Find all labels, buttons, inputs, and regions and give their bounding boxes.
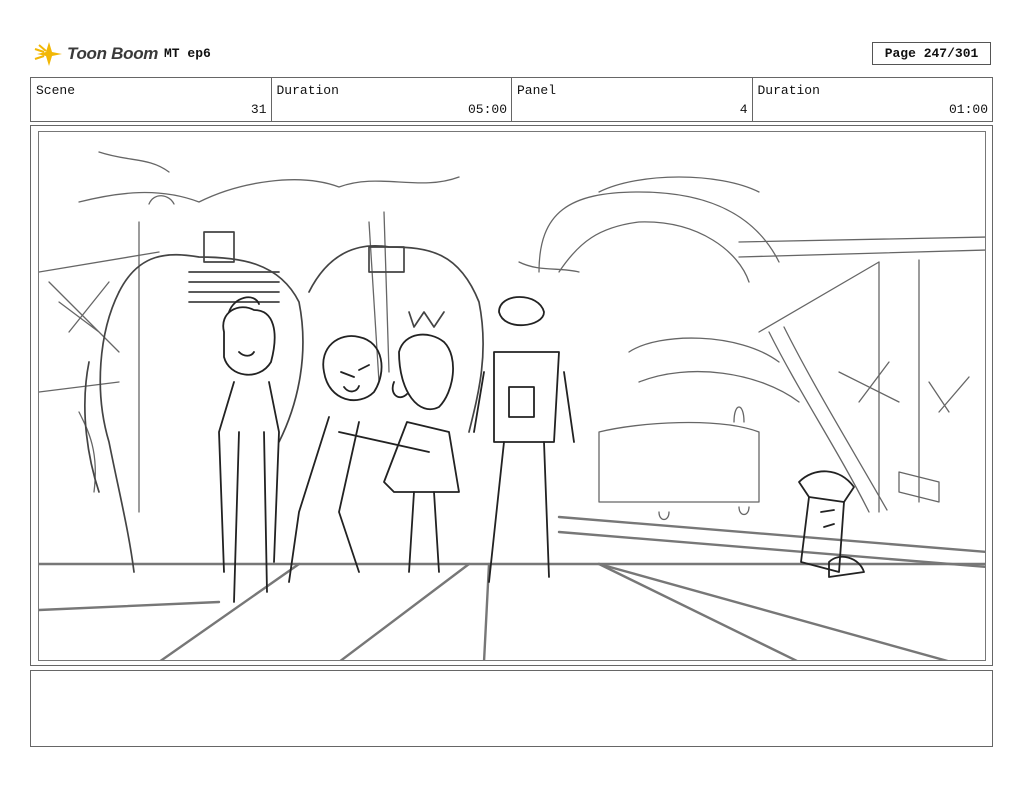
page-number: Page 247/301 (872, 42, 991, 65)
scene-cell: Scene 31 (31, 78, 272, 121)
panel-info-row: Scene 31 Duration 05:00 Panel 4 Duration… (30, 77, 993, 122)
storyboard-sketch (39, 151, 985, 660)
logo-text: Toon Boom (67, 44, 159, 63)
large-figures (84, 231, 484, 573)
panel-duration-label: Duration (757, 83, 820, 98)
panel-label: Panel (517, 83, 557, 98)
scene-duration-label: Duration (276, 83, 339, 98)
storyboard-panel (38, 131, 986, 661)
panel-cell: Panel 4 (512, 78, 753, 121)
panel-duration-value: 01:00 (948, 102, 988, 117)
toon-boom-logo: Toon Boom (34, 38, 158, 70)
panel-value: 4 (739, 102, 748, 117)
notes-box (30, 670, 993, 747)
scene-value: 31 (250, 102, 267, 117)
background-sketch (39, 151, 985, 521)
scene-duration-value: 05:00 (467, 102, 507, 117)
foreground-characters (218, 296, 865, 603)
toon-boom-logo-icon (34, 42, 62, 66)
scene-label: Scene (36, 83, 76, 98)
scene-duration-cell: Duration 05:00 (272, 78, 512, 121)
panel-duration-cell: Duration 01:00 (753, 78, 993, 121)
floor-lines (39, 515, 985, 660)
project-title: MT ep6 (164, 46, 211, 61)
